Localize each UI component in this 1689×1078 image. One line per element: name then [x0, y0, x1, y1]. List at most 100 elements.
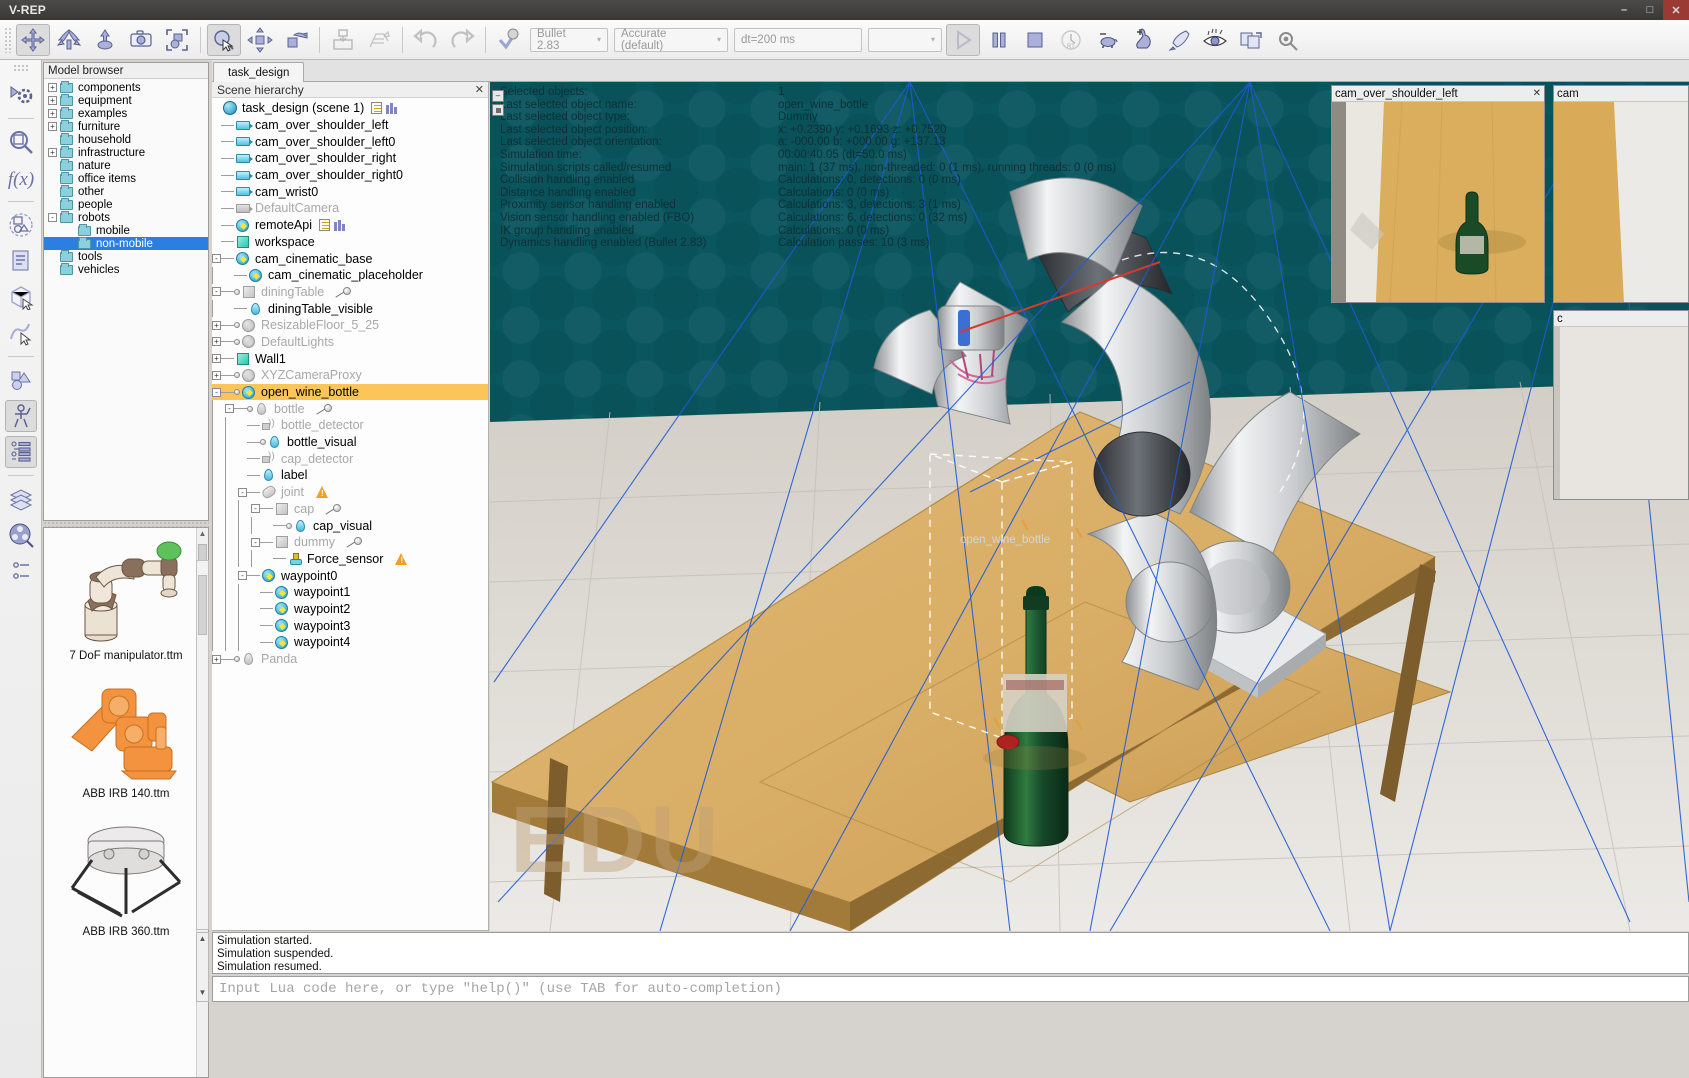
- hierarchy-item-workspace[interactable]: workspace: [212, 234, 488, 251]
- hierarchy-left-scrollbar[interactable]: [196, 560, 209, 930]
- threaded-rendering-button[interactable]: [1162, 24, 1196, 56]
- pan-tool-icon[interactable]: [243, 24, 277, 56]
- tree-expander-icon[interactable]: -: [48, 213, 57, 222]
- extra-select[interactable]: ▾: [868, 27, 942, 52]
- tree-expander-icon[interactable]: -: [238, 571, 247, 581]
- hierarchy-item-diningTable[interactable]: - diningTable: [212, 284, 488, 301]
- custom-data-icon[interactable]: [386, 102, 398, 115]
- hierarchy-item-cap_detector[interactable]: cap_detector: [212, 450, 488, 468]
- tree-expander-icon[interactable]: +: [212, 370, 221, 380]
- slow-down-button[interactable]: [1090, 24, 1124, 56]
- tree-expander-icon[interactable]: +: [212, 654, 221, 664]
- hierarchy-item-label[interactable]: label: [212, 466, 488, 484]
- object-shift-tool-icon[interactable]: [16, 23, 50, 56]
- scroll-up-arrow[interactable]: ▲: [198, 934, 207, 946]
- hierarchy-item-cam_cinematic_base[interactable]: - cam_cinematic_base: [212, 250, 488, 267]
- tree-expander-icon[interactable]: +: [212, 320, 221, 330]
- hierarchy-item-joint[interactable]: - joint: [212, 483, 488, 501]
- model-browser-item-people[interactable]: people: [44, 197, 208, 211]
- close-button[interactable]: ✕: [1663, 0, 1689, 20]
- tree-expander-icon[interactable]: +: [212, 337, 221, 347]
- scroll-down-arrow[interactable]: ▼: [198, 988, 207, 1000]
- script-icon[interactable]: [318, 219, 330, 232]
- tree-expander-icon[interactable]: +: [212, 354, 221, 364]
- list-item[interactable]: 7 DoF manipulator.ttm: [44, 528, 208, 666]
- cam-wrist-window[interactable]: c: [1553, 310, 1689, 500]
- realtime-mode-button[interactable]: RT: [1054, 24, 1088, 56]
- assemble-tool-icon[interactable]: [326, 24, 360, 56]
- texture-tool-icon[interactable]: [362, 24, 396, 56]
- hierarchy-item-ResizableFloor_5_25[interactable]: + ResizableFloor_5_25: [212, 317, 488, 334]
- list-item[interactable]: ABB IRB 140.ttm: [44, 666, 208, 804]
- overlay-collapse-button[interactable]: –: [492, 90, 504, 102]
- model-browser-item-equipment[interactable]: + equipment: [44, 93, 208, 107]
- hierarchy-item-Force_sensor[interactable]: Force_sensor: [212, 550, 488, 568]
- model-thumbnail-list[interactable]: 7 DoF manipulator.ttm ABB IRB 140.ttm AB…: [43, 527, 209, 1078]
- model-browser-item-mobile[interactable]: mobile: [44, 223, 208, 237]
- shape-edit-icon[interactable]: [5, 281, 37, 313]
- page-selector-tool-icon[interactable]: [207, 23, 241, 56]
- object-translate-tool-icon[interactable]: [88, 24, 122, 56]
- camera-tool-icon[interactable]: [124, 24, 158, 56]
- speed-up-button[interactable]: [1126, 24, 1160, 56]
- warning-icon[interactable]: [395, 552, 408, 565]
- hierarchy-item-bottle[interactable]: - bottle: [212, 400, 488, 418]
- hierarchy-item-cap_visual[interactable]: cap_visual: [212, 517, 488, 535]
- model-browser-icon[interactable]: [4, 400, 37, 432]
- undo-button-icon[interactable]: [409, 24, 443, 56]
- status-scrollbar[interactable]: ▲ ▼: [196, 932, 209, 1002]
- overlay-stop-button[interactable]: [492, 104, 504, 116]
- timestep-select[interactable]: dt=200 ms: [734, 27, 862, 52]
- maximize-button[interactable]: □: [1637, 0, 1663, 20]
- hierarchy-item-waypoint1[interactable]: waypoint1: [212, 583, 488, 601]
- redo-button-icon[interactable]: [445, 24, 479, 56]
- scene-hierarchy-tree[interactable]: task_design (scene 1) cam_over_shoulder_l…: [212, 98, 488, 930]
- tree-expander-icon[interactable]: -: [225, 404, 234, 414]
- object-rotate-tool-icon[interactable]: [52, 24, 86, 56]
- hierarchy-item-cam_over_shoulder_right[interactable]: cam_over_shoulder_right: [212, 150, 488, 167]
- cam-over-shoulder-left-window[interactable]: cam_over_shoulder_left ✕: [1331, 85, 1545, 303]
- hierarchy-item-open_wine_bottle[interactable]: - open_wine_bottle: [212, 383, 488, 401]
- scripts-icon[interactable]: [5, 245, 37, 277]
- hierarchy-item-diningTable_visible[interactable]: diningTable_visible: [212, 300, 488, 318]
- custom-data-icon[interactable]: [333, 219, 346, 232]
- hierarchy-root-row[interactable]: task_design (scene 1): [212, 100, 488, 117]
- model-browser-item-other[interactable]: other: [44, 184, 208, 198]
- tree-expander-icon[interactable]: -: [212, 387, 221, 397]
- 3d-viewport[interactable]: EDU open_wine_bottle – Selected objects:…: [490, 82, 1689, 931]
- hierarchy-item-cam_wrist0[interactable]: cam_wrist0: [212, 183, 488, 200]
- hierarchy-item-waypoint4[interactable]: waypoint4: [212, 633, 488, 651]
- rail-grip[interactable]: [12, 64, 29, 71]
- hierarchy-item-DefaultLights[interactable]: + DefaultLights: [212, 334, 488, 351]
- start-simulation-button[interactable]: [946, 23, 980, 56]
- lua-console[interactable]: [212, 976, 1689, 1002]
- tree-expander-icon[interactable]: -: [251, 504, 260, 514]
- model-browser-item-infrastructure[interactable]: + infrastructure: [44, 145, 208, 159]
- script-icon[interactable]: [371, 102, 383, 115]
- tree-expander-icon[interactable]: +: [48, 109, 57, 118]
- close-icon[interactable]: ✕: [1533, 88, 1541, 99]
- accuracy-select[interactable]: Accurate (default) ▾: [614, 27, 728, 52]
- dynamics-toggle-icon[interactable]: [492, 24, 526, 56]
- list-item[interactable]: ABB IRB 360.ttm: [44, 804, 208, 942]
- tree-expander-icon[interactable]: -: [212, 254, 221, 264]
- model-browser-item-furniture[interactable]: + furniture: [44, 119, 208, 133]
- scroll-up-arrow[interactable]: ▲: [198, 529, 207, 541]
- tree-expander-icon[interactable]: -: [251, 537, 260, 547]
- simulation-settings-icon[interactable]: [5, 79, 37, 111]
- video-recorder-icon[interactable]: [5, 519, 37, 551]
- hierarchy-item-remoteApi[interactable]: remoteApi: [212, 217, 488, 234]
- tree-expander-icon[interactable]: +: [48, 96, 57, 105]
- hierarchy-item-cap[interactable]: - cap: [212, 500, 488, 518]
- tree-expander-icon[interactable]: +: [48, 148, 57, 157]
- settings-gear-button[interactable]: [1270, 24, 1304, 56]
- user-settings-icon[interactable]: [5, 555, 37, 587]
- model-browser-item-non-mobile[interactable]: non-mobile: [44, 236, 208, 250]
- model-browser-item-nature[interactable]: nature: [44, 158, 208, 172]
- model-browser-item-office-items[interactable]: office items: [44, 171, 208, 185]
- visualize-eye-button[interactable]: [1198, 24, 1232, 56]
- warning-icon[interactable]: [315, 486, 329, 499]
- hierarchy-item-cam_over_shoulder_left[interactable]: cam_over_shoulder_left: [212, 117, 488, 134]
- model-browser-item-components[interactable]: + components: [44, 80, 208, 94]
- model-browser-item-household[interactable]: household: [44, 132, 208, 146]
